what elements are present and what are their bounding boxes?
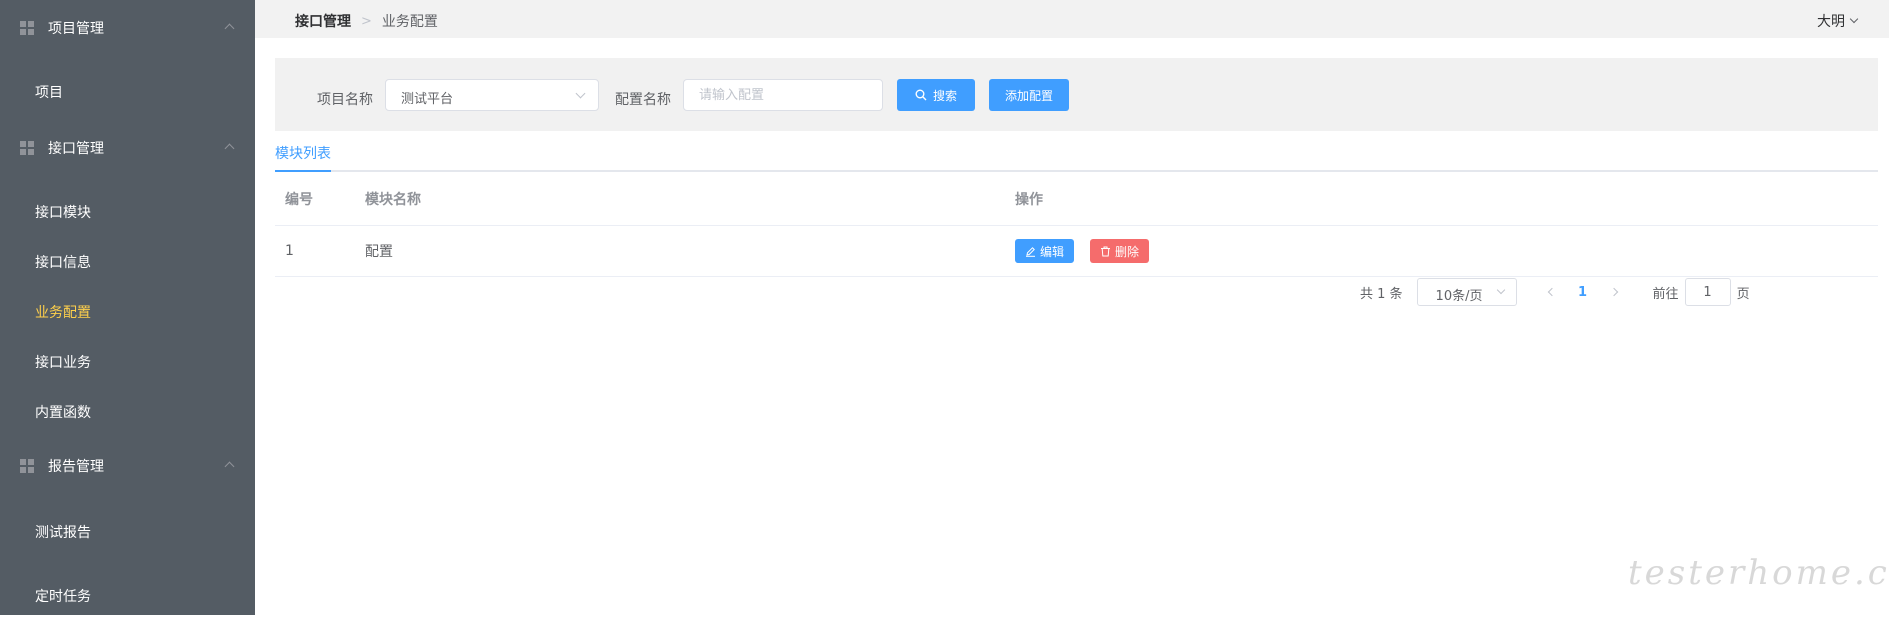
table-row: 1 配置 编辑 删除 xyxy=(275,226,1878,277)
page-suffix-label: 页 xyxy=(1736,286,1750,302)
page-size-value: 10条/页 xyxy=(1435,289,1483,304)
add-config-button[interactable]: 添加配置 xyxy=(989,79,1069,111)
chevron-down-icon xyxy=(575,88,586,99)
watermark: testerhome.com xyxy=(1628,553,1889,593)
menu-group-label: 报告管理 xyxy=(48,459,104,475)
menu-group-label: 项目管理 xyxy=(48,21,104,37)
column-header-actions: 操作 xyxy=(1015,192,1043,208)
row-id: 1 xyxy=(285,243,294,259)
project-name-label: 项目名称 xyxy=(317,92,373,108)
column-header-id: 编号 xyxy=(285,192,313,208)
table-header: 编号 模块名称 操作 xyxy=(275,173,1878,226)
breadcrumb-item-current: 业务配置 xyxy=(381,14,438,30)
search-button-label: 搜索 xyxy=(932,88,957,103)
sidebar-item-project[interactable]: 项目 xyxy=(0,67,255,117)
sidebar-item-business-config[interactable]: 业务配置 xyxy=(0,287,255,337)
sidebar-item-interface-info[interactable]: 接口信息 xyxy=(0,237,255,287)
menu-group-report[interactable]: 报告管理 xyxy=(0,438,255,494)
chevron-up-icon xyxy=(224,461,235,471)
trash-icon xyxy=(1101,246,1110,256)
breadcrumb: 接口管理 > 业务配置 xyxy=(295,11,438,31)
goto-label: 前往 xyxy=(1652,286,1679,302)
top-bar: 接口管理 > 业务配置 大明 xyxy=(255,0,1889,38)
page-number-current[interactable]: 1 xyxy=(1567,285,1599,300)
edit-icon xyxy=(1026,246,1035,257)
config-name-label: 配置名称 xyxy=(615,92,671,108)
chevron-right-icon xyxy=(1609,287,1618,297)
breadcrumb-separator-icon: > xyxy=(361,13,372,29)
chevron-up-icon xyxy=(224,143,235,153)
next-page-button[interactable] xyxy=(1599,278,1629,306)
tab-module-list[interactable]: 模块列表 xyxy=(275,143,331,163)
grid-icon xyxy=(20,21,34,35)
sidebar-item-test-report[interactable]: 测试报告 xyxy=(0,507,255,557)
chevron-down-icon xyxy=(1496,285,1505,295)
prev-page-button[interactable] xyxy=(1537,278,1567,306)
delete-button-label: 删除 xyxy=(1115,244,1140,259)
menu-group-project[interactable]: 项目管理 xyxy=(0,0,255,56)
tab-bar: 模块列表 xyxy=(275,141,1878,172)
edit-button-label: 编辑 xyxy=(1040,244,1065,259)
search-icon xyxy=(915,89,927,101)
grid-icon xyxy=(20,459,34,473)
edit-button[interactable]: 编辑 xyxy=(1015,239,1075,263)
user-menu[interactable]: 大明 xyxy=(1817,11,1859,31)
sidebar-item-scheduled-task[interactable]: 定时任务 xyxy=(0,571,255,621)
config-name-input[interactable] xyxy=(683,79,883,111)
page-size-select[interactable]: 10条/页 xyxy=(1416,278,1517,306)
delete-button[interactable]: 删除 xyxy=(1090,239,1150,263)
breadcrumb-item[interactable]: 接口管理 xyxy=(295,11,351,31)
module-table: 编号 模块名称 操作 1 配置 编辑 删除 xyxy=(275,173,1878,277)
pagination-total: 共 1 条 xyxy=(1360,286,1403,302)
add-config-button-label: 添加配置 xyxy=(1004,88,1053,103)
menu-group-label: 接口管理 xyxy=(48,141,104,157)
goto-page-input[interactable] xyxy=(1684,278,1731,306)
chevron-down-icon xyxy=(1849,14,1859,24)
project-select-value: 测试平台 xyxy=(401,92,454,107)
project-select[interactable]: 测试平台 xyxy=(385,79,599,111)
sidebar-item-interface-module[interactable]: 接口模块 xyxy=(0,187,255,237)
row-name: 配置 xyxy=(365,244,393,260)
column-header-name: 模块名称 xyxy=(365,192,421,208)
active-tab-indicator xyxy=(275,170,331,172)
sidebar-item-builtin-functions[interactable]: 内置函数 xyxy=(0,387,255,437)
menu-group-interface[interactable]: 接口管理 xyxy=(0,120,255,176)
sidebar-item-interface-business[interactable]: 接口业务 xyxy=(0,337,255,387)
pagination: 共 1 条 10条/页 1 前往 页 xyxy=(1360,278,1750,306)
chevron-up-icon xyxy=(224,23,235,33)
chevron-left-icon xyxy=(1547,287,1556,297)
grid-icon xyxy=(20,141,34,155)
sidebar: 项目管理 项目 接口管理 接口模块 接口信息 业务配置 接口业务 内置函数 报告… xyxy=(0,0,255,615)
user-name: 大明 xyxy=(1817,14,1845,30)
search-button[interactable]: 搜索 xyxy=(897,79,975,111)
page-jumper: 前往 页 xyxy=(1653,278,1750,306)
filter-panel: 项目名称 测试平台 配置名称 搜索 添加配置 xyxy=(275,58,1878,131)
